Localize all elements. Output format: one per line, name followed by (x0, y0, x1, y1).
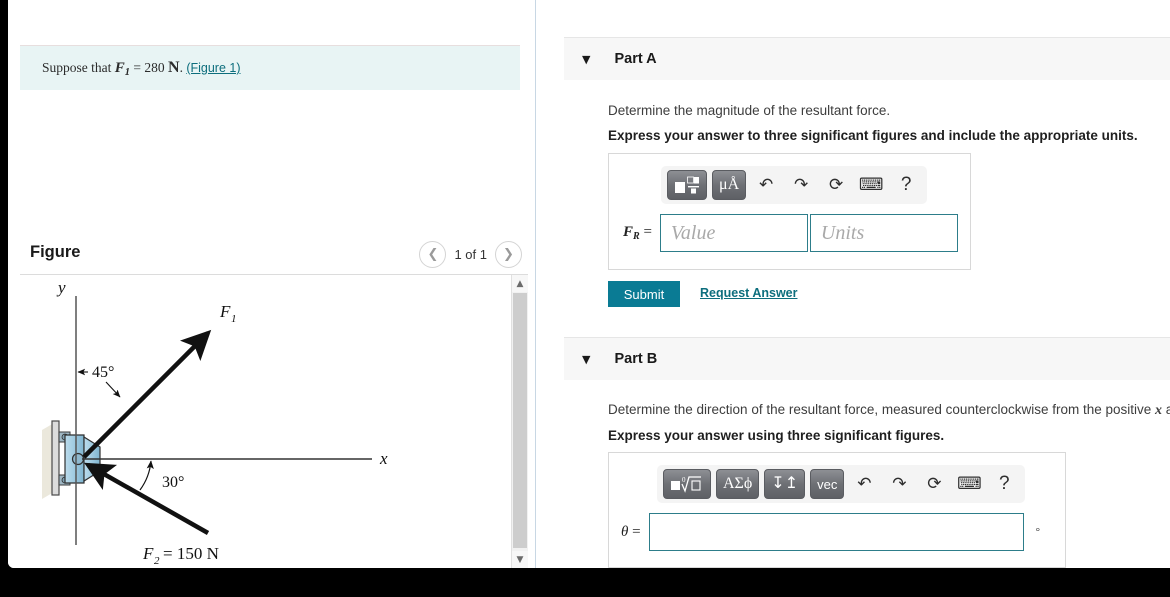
scroll-up-arrow-icon[interactable]: ▲ (512, 275, 528, 292)
svg-text:F: F (142, 544, 154, 563)
reset-icon[interactable]: ⟳ (919, 469, 949, 499)
problem-statement-text: Suppose that F1 = 280 N. (Figure 1) (42, 59, 241, 78)
part-a-toolbar: μÅ ↶ ↷ ⟳ ⌨ ? (661, 166, 928, 204)
units-button-label: μÅ (719, 176, 740, 193)
arrows-button-label: ↧↥ (771, 475, 799, 492)
part-b-header[interactable]: ▼ Part B (564, 337, 1170, 380)
problem-statement-banner: Suppose that F1 = 280 N. (Figure 1) (20, 45, 520, 90)
part-b-prompt: Determine the direction of the resultant… (608, 402, 1170, 419)
part-a-value-placeholder: Value (670, 221, 716, 244)
keyboard-icon[interactable]: ⌨ (856, 170, 886, 200)
help-icon[interactable]: ? (891, 170, 921, 200)
figure-body: y x F 1 45° F 2 = 150 N 30° ▲ ▼ (20, 275, 528, 568)
arrows-button[interactable]: ↧↥ (764, 469, 806, 499)
redo-icon[interactable]: ↷ (786, 170, 816, 200)
scrollbar-thumb[interactable] (513, 293, 527, 548)
part-a-units-placeholder: Units (820, 221, 865, 244)
svg-text:30°: 30° (162, 474, 184, 491)
vector-button[interactable]: vec (810, 469, 845, 499)
problem-panel: Suppose that F1 = 280 N. (Figure 1) Figu… (8, 0, 533, 568)
svg-text:45°: 45° (92, 364, 114, 381)
statement-equals: = 280 (133, 60, 165, 75)
svg-text:F: F (219, 302, 231, 321)
part-a-prompt: Determine the magnitude of the resultant… (608, 103, 891, 118)
part-a-label: Part A (614, 51, 657, 67)
part-a-units-input[interactable]: Units (809, 214, 958, 252)
svg-text:0: 0 (682, 476, 686, 484)
figure-1-link[interactable]: (Figure 1) (186, 61, 240, 75)
vector-button-label: vec (817, 476, 838, 492)
svg-text:= 150 N: = 150 N (163, 544, 219, 563)
svg-text:1: 1 (231, 313, 237, 325)
svg-text:x: x (379, 449, 388, 468)
scroll-down-arrow-icon[interactable]: ▼ (512, 551, 528, 568)
statement-prefix: Suppose that (42, 60, 112, 75)
caret-down-icon[interactable]: ▼ (582, 53, 590, 66)
statement-unit: N (168, 59, 180, 76)
svg-text:y: y (56, 278, 66, 297)
part-b-label: Part B (614, 351, 658, 367)
undo-icon[interactable]: ↶ (849, 469, 879, 499)
figure-next-button[interactable]: ❯ (495, 241, 522, 268)
figure-header: Figure ❮ 1 of 1 ❯ (20, 238, 528, 274)
help-icon[interactable]: ? (989, 469, 1019, 499)
figure-scrollbar[interactable]: ▲ ▼ (511, 275, 528, 568)
undo-icon[interactable]: ↶ (751, 170, 781, 200)
template-icon-button[interactable] (667, 170, 707, 200)
units-mu-angstrom-button[interactable]: μÅ (712, 170, 747, 200)
part-a-submit-button[interactable]: Submit (608, 281, 680, 307)
keyboard-icon[interactable]: ⌨ (954, 469, 984, 499)
nth-root-icon-button[interactable]: 0 (663, 469, 711, 499)
statement-period: . (179, 60, 183, 75)
redo-icon[interactable]: ↷ (884, 469, 914, 499)
answer-panel: ▼ Part A Determine the magnitude of the … (536, 0, 1170, 568)
greek-symbols-button[interactable]: ΑΣϕ (716, 469, 760, 499)
svg-text:2: 2 (154, 555, 160, 567)
greek-button-label: ΑΣϕ (723, 475, 753, 492)
part-b-instruction: Express your answer using three signific… (608, 428, 945, 443)
part-b-toolbar: 0 ΑΣϕ ↧↥ vec ↶ ↷ ⟳ ⌨ ? (657, 465, 1026, 503)
part-b-prompt-pre: Determine the direction of the resultant… (608, 402, 1152, 417)
caret-down-icon[interactable]: ▼ (582, 353, 590, 366)
part-a-value-input[interactable]: Value (659, 214, 808, 252)
part-b-prompt-post: axis. (1165, 402, 1170, 417)
part-b-answer-symbol: θ = (621, 523, 641, 540)
figure-navigation: ❮ 1 of 1 ❯ (419, 241, 522, 268)
part-a-answer-row: FR = Value Units (623, 214, 958, 252)
part-b-answer-box: 0 ΑΣϕ ↧↥ vec ↶ ↷ ⟳ ⌨ ? θ = ° (608, 452, 1066, 568)
part-b-prompt-variable: x (1155, 403, 1163, 418)
part-a-instruction: Express your answer to three significant… (608, 128, 1138, 143)
force-diagram: y x F 1 45° F 2 = 150 N 30° (42, 278, 388, 567)
part-b-theta-input[interactable] (648, 513, 1024, 551)
part-a-answer-symbol: FR = (623, 224, 652, 242)
force-symbol: F1 (114, 60, 131, 78)
part-a-header[interactable]: ▼ Part A (564, 37, 1170, 80)
part-b-degree-unit: ° (1035, 526, 1040, 538)
part-a-answer-box: μÅ ↶ ↷ ⟳ ⌨ ? FR = Value Units (608, 153, 971, 270)
figure-counter: 1 of 1 (454, 247, 487, 262)
figure-title: Figure (30, 243, 81, 261)
page-root: Suppose that F1 = 280 N. (Figure 1) Figu… (8, 0, 1170, 568)
part-b-answer-row: θ = ° (621, 513, 1040, 551)
figure-prev-button[interactable]: ❮ (419, 241, 447, 268)
reset-icon[interactable]: ⟳ (821, 170, 851, 200)
part-a-request-answer-link[interactable]: Request Answer (700, 286, 797, 300)
